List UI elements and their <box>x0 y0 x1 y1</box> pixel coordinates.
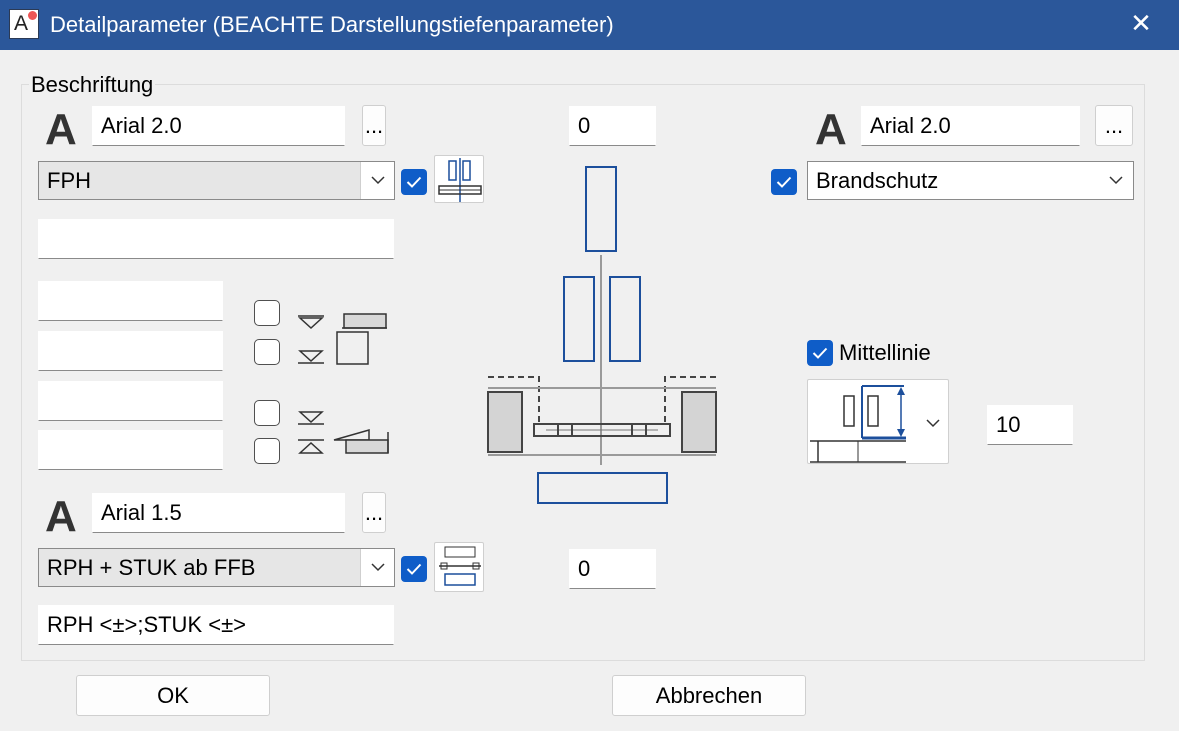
mittellinie-checkbox[interactable] <box>807 340 833 366</box>
small-field-1[interactable] <box>38 281 223 321</box>
font-dots-button-top[interactable]: ... <box>362 105 386 146</box>
mittellinie-label: Mittellinie <box>839 340 931 365</box>
label-text-field-top[interactable] <box>38 219 394 259</box>
label-top-checkbox[interactable] <box>401 169 427 195</box>
cancel-button[interactable]: Abbrechen <box>612 675 806 716</box>
centerline-style-icon <box>810 385 940 463</box>
offset-field-top[interactable]: 0 <box>569 106 656 146</box>
chevron-down-icon <box>360 549 394 586</box>
level-symbol-upper-icon <box>298 313 387 365</box>
app-icon: A <box>9 9 39 39</box>
offset-field-bottom[interactable]: 0 <box>569 549 656 589</box>
app-icon-badge <box>28 11 37 20</box>
group-label: Beschriftung <box>29 72 156 98</box>
ok-button[interactable]: OK <box>76 675 270 716</box>
font-field-top[interactable]: Arial 2.0 <box>92 106 345 146</box>
app-icon-letter: A <box>14 12 29 35</box>
option-checkbox-2[interactable] <box>254 339 280 365</box>
combo-value: FPH <box>47 167 91 193</box>
position-icon <box>439 546 481 586</box>
detail-preview-drawing <box>487 166 717 504</box>
chevron-down-icon <box>360 162 394 199</box>
combo-value: Brandschutz <box>816 167 939 193</box>
label-type-combo-top[interactable]: FPH <box>38 161 395 200</box>
small-field-2[interactable] <box>38 331 223 371</box>
window-title: Detailparameter (BEACHTE Darstellungstie… <box>50 12 614 37</box>
label-position-icon-button-top[interactable] <box>434 155 484 203</box>
close-button[interactable]: ✕ <box>1122 6 1160 42</box>
mittellinie-style-combo[interactable] <box>807 379 949 464</box>
option-checkbox-3[interactable] <box>254 400 280 426</box>
font-field-bottom[interactable]: Arial 1.5 <box>92 493 345 533</box>
distance-field[interactable]: 10 <box>987 405 1073 445</box>
position-icon <box>438 158 482 202</box>
small-field-4[interactable] <box>38 430 223 470</box>
label-type-combo-bottom[interactable]: RPH + STUK ab FFB <box>38 548 395 587</box>
font-dots-button-right[interactable]: ... <box>1095 105 1133 146</box>
label-bottom-checkbox[interactable] <box>401 556 427 582</box>
option-checkbox-1[interactable] <box>254 300 280 326</box>
chevron-down-icon <box>1099 162 1133 199</box>
option-checkbox-4[interactable] <box>254 438 280 464</box>
font-letter-icon: A <box>45 492 77 541</box>
combo-value: RPH + STUK ab FFB <box>47 554 256 580</box>
font-letter-icon: A <box>45 105 77 154</box>
font-letter-icon: A <box>815 105 847 154</box>
label-position-icon-button-bottom[interactable] <box>434 542 484 592</box>
font-dots-button-bottom[interactable]: ... <box>362 492 386 533</box>
label-text-field-bottom[interactable]: RPH <±>;STUK <±> <box>38 605 394 645</box>
level-symbol-lower-icon <box>298 411 389 454</box>
brandschutz-checkbox[interactable] <box>771 169 797 195</box>
brandschutz-combo[interactable]: Brandschutz <box>807 161 1134 200</box>
small-field-3[interactable] <box>38 381 223 421</box>
font-field-right[interactable]: Arial 2.0 <box>861 106 1080 146</box>
